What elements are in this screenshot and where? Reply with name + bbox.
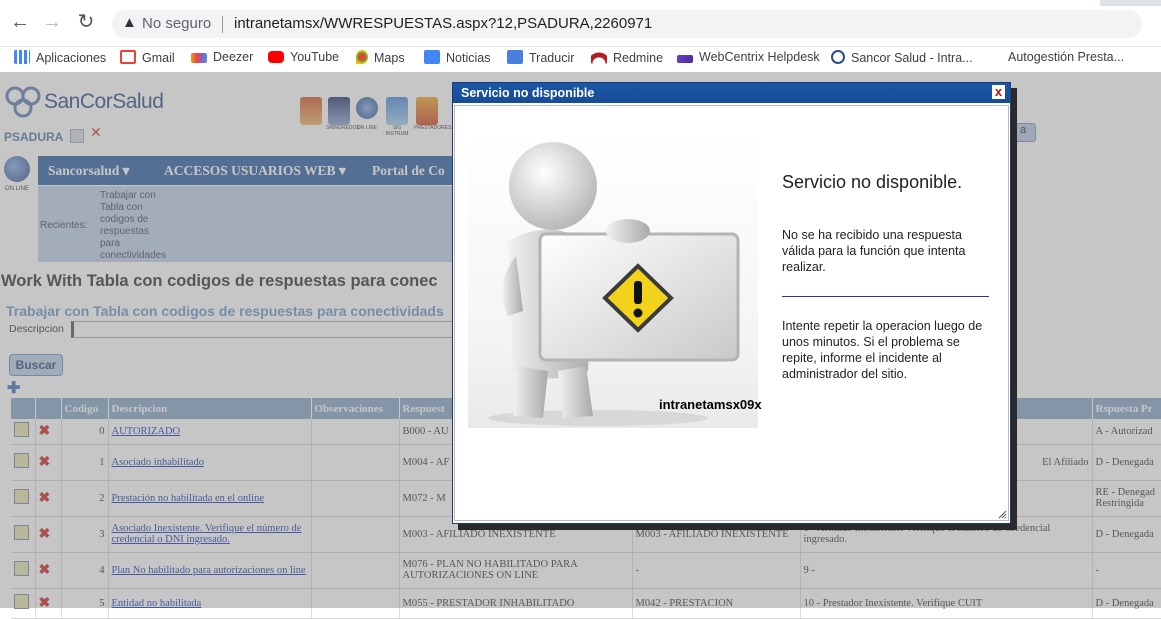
close-icon[interactable]: x	[992, 85, 1005, 99]
bookmark-youtube[interactable]: YouTube	[268, 50, 339, 68]
news-icon	[424, 50, 440, 64]
bookmark-maps[interactable]: Maps	[356, 50, 405, 68]
back-icon[interactable]: ←	[8, 10, 32, 34]
bookmark-label: WebCentrix Helpdesk	[699, 50, 820, 64]
apps-grid-icon	[14, 50, 30, 64]
webcentrix-icon	[677, 55, 693, 63]
dialog-titlebar[interactable]: Servicio no disponible x	[453, 83, 1010, 103]
bookmark-label: Maps	[374, 51, 405, 65]
bookmark-label: Autogestión Presta...	[1008, 50, 1125, 64]
security-label[interactable]: No seguro	[142, 15, 211, 32]
service-unavailable-dialog: Servicio no disponible x intranetamsx09x…	[452, 82, 1011, 524]
tab-strip-edge	[1100, 0, 1161, 6]
divider	[782, 296, 989, 297]
bookmark-gmail[interactable]: Gmail	[120, 50, 175, 68]
url-text[interactable]: intranetamsx/WWRESPUESTAS.aspx?12,PSADUR…	[234, 15, 652, 32]
deezer-icon	[191, 53, 207, 63]
bookmark-label: Aplicaciones	[36, 51, 107, 65]
redmine-icon	[591, 50, 607, 64]
reload-icon[interactable]: ↻	[74, 10, 98, 34]
error-instructions: Intente repetir la operacion luego de un…	[782, 319, 983, 381]
bookmark-webcentrix[interactable]: WebCentrix Helpdesk	[677, 50, 820, 68]
warning-icon[interactable]: ▲	[122, 14, 137, 31]
error-heading: Servicio no disponible.	[782, 172, 963, 192]
dialog-title: Servicio no disponible	[461, 86, 595, 100]
bookmark-traducir[interactable]: Traducir	[507, 50, 574, 68]
sancor-icon	[831, 50, 845, 64]
gmail-icon	[120, 50, 136, 64]
bookmark-label: Traducir	[529, 51, 575, 65]
bookmark-autogestion[interactable]: Autogestión Presta...	[1008, 50, 1124, 68]
bookmark-label: YouTube	[290, 50, 340, 64]
bookmark-redmine[interactable]: Redmine	[591, 50, 663, 68]
address-bar[interactable]: ▲ No seguro intranetamsx/WWRESPUESTAS.as…	[112, 10, 1142, 38]
bookmarks-bar: Aplicaciones Gmail Deezer YouTube Maps N…	[0, 47, 1161, 71]
bookmark-label: Redmine	[613, 51, 664, 65]
forward-icon[interactable]: →	[40, 10, 64, 34]
bookmark-noticias[interactable]: Noticias	[424, 50, 490, 68]
divider	[222, 16, 223, 33]
resize-grip-icon[interactable]	[997, 509, 1007, 519]
translate-icon	[507, 50, 523, 64]
bookmark-apps[interactable]: Aplicaciones	[14, 50, 106, 68]
bookmark-label: Gmail	[142, 51, 175, 65]
browser-toolbar: ← → ↻ ▲ No seguro intranetamsx/WWRESPUES…	[0, 0, 1161, 47]
server-hostname: intranetamsx09x	[659, 397, 762, 412]
error-illustration	[468, 136, 758, 428]
youtube-icon	[268, 51, 284, 63]
figure-holding-sign-icon	[488, 142, 740, 426]
bookmark-sancor[interactable]: Sancor Salud - Intra...	[831, 50, 973, 68]
bookmark-label: Deezer	[213, 50, 254, 64]
error-message: No se ha recibido una respuesta válida p…	[782, 228, 966, 274]
maps-pin-icon	[356, 50, 368, 64]
bookmark-deezer[interactable]: Deezer	[191, 50, 253, 68]
bookmark-label: Noticias	[446, 51, 491, 65]
dialog-body: intranetamsx09x Servicio no disponible. …	[454, 105, 1009, 521]
bookmark-label: Sancor Salud - Intra...	[851, 51, 973, 65]
